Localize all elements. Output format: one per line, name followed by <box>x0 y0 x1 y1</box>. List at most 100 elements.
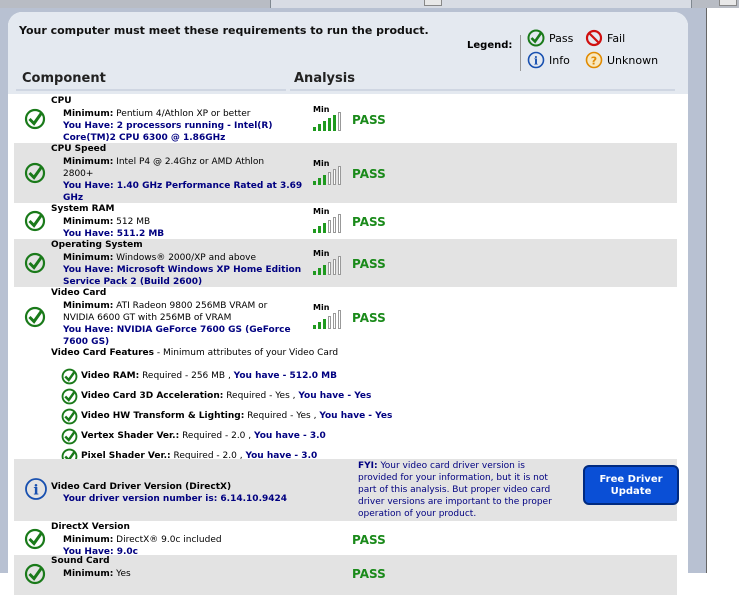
minimum-label: Minimum: <box>63 535 114 545</box>
meter-bar <box>323 265 326 275</box>
meter-bar <box>318 268 321 275</box>
minimum-label: Minimum: <box>63 301 114 311</box>
feature-name: Vertex Shader Ver.: <box>81 431 180 441</box>
button-label: Update <box>610 486 652 497</box>
meter-bar <box>313 325 316 329</box>
requirement-row-video-driver: i Video Card Driver Version (DirectX) Yo… <box>14 459 679 521</box>
pass-check-icon <box>24 108 46 130</box>
you-have-value: 2 processors running - Intel(R) <box>116 121 273 131</box>
meter-bar <box>333 169 336 185</box>
tab-scroll-button[interactable] <box>719 0 737 6</box>
meter: Min <box>313 159 351 185</box>
requirement-row-video-card: Video Card Minimum: ATI Radeon 9800 256M… <box>14 287 677 465</box>
pass-check-icon <box>24 162 46 184</box>
requirement-row-cpu-speed: CPU Speed Minimum: Intel P4 @ 2.4Ghz or … <box>14 143 677 203</box>
legend-pass-label: Pass <box>549 32 574 45</box>
free-driver-update-button[interactable]: Free Driver Update <box>583 465 679 505</box>
requirement-name: Sound Card <box>51 556 110 566</box>
frame-divider <box>706 8 707 573</box>
legend-divider <box>520 35 521 71</box>
feature-required: Required - 256 MB , <box>139 371 234 381</box>
requirement-detail: Minimum: 512 MB You Have: 511.2 MB <box>63 216 303 240</box>
pass-check-icon <box>24 528 46 550</box>
requirement-row-operating-system: Operating System Minimum: Windows® 2000/… <box>14 239 677 287</box>
requirements-panel: Your computer must meet these requiremen… <box>8 12 688 612</box>
legend-label: Legend: <box>467 40 513 51</box>
meter-bar <box>318 322 321 329</box>
feature-name: Video RAM: <box>81 371 140 381</box>
meter-bar <box>328 316 331 329</box>
driver-version-text: Your driver version number is: 6.14.10.9… <box>63 494 288 504</box>
requirement-detail: Minimum: Yes <box>63 568 303 580</box>
minimum-value-cont: 2800+ <box>63 169 94 179</box>
result-pass: PASS <box>352 167 386 181</box>
feature-you-have: You have - Yes <box>298 391 372 401</box>
meter-bar <box>333 115 336 131</box>
meter: Min <box>313 105 351 131</box>
result-pass: PASS <box>352 533 386 547</box>
video-feature-item: Vertex Shader Ver.: Required - 2.0 , You… <box>61 428 326 445</box>
meter: Min <box>313 303 351 329</box>
minimum-label: Minimum: <box>63 157 114 167</box>
column-header-component: Component <box>22 71 106 86</box>
video-feature-item: Video RAM: Required - 256 MB , You have … <box>61 368 337 385</box>
requirement-row-system-ram: System RAM Minimum: 512 MB You Have: 511… <box>14 203 677 239</box>
you-have-value: 511.2 MB <box>116 229 165 239</box>
result-pass: PASS <box>352 311 386 325</box>
minimum-value: 512 MB <box>116 217 151 227</box>
pass-check-icon <box>24 252 46 274</box>
you-have-label: You Have: <box>63 229 114 239</box>
svg-text:?: ? <box>591 55 597 68</box>
fyi-text: provided for your information, but it is… <box>358 473 548 483</box>
meter-bar <box>333 217 336 233</box>
requirement-name: CPU <box>51 96 72 106</box>
requirement-row-sound-card: Sound Card Minimum: Yes PASS <box>14 555 677 595</box>
you-have-label: You Have: <box>63 325 114 335</box>
feature-required: Required - Yes , <box>223 391 299 401</box>
window-tab-edge <box>270 0 692 8</box>
requirement-detail: Minimum: ATI Radeon 9800 256MB VRAM or N… <box>63 300 303 348</box>
requirement-detail: Minimum: Intel P4 @ 2.4Ghz or AMD Athlon… <box>63 156 303 204</box>
svg-text:i: i <box>534 55 538 68</box>
you-have-label: You Have: <box>63 265 114 275</box>
meter: Min <box>313 207 351 233</box>
meter-bar <box>338 166 341 185</box>
requirement-name: Video Card <box>51 288 107 298</box>
you-have-label: You Have: <box>63 181 114 191</box>
pass-check-icon <box>24 563 46 585</box>
requirement-row-directx: DirectX Version Minimum: DirectX® 9.0c i… <box>14 521 677 557</box>
requirement-name: Video Card Driver Version (DirectX) <box>51 482 232 492</box>
meter-bar <box>313 229 316 233</box>
meter-bar <box>328 118 331 131</box>
pass-check-icon <box>61 428 78 445</box>
fyi-text: part of this analysis. But proper video … <box>358 485 551 495</box>
you-have-label: You Have: <box>63 121 114 131</box>
meter-bar <box>313 181 316 185</box>
minimum-value: Windows® 2000/XP and above <box>116 253 256 263</box>
requirement-row-cpu: CPU Minimum: Pentium 4/Athlon XP or bett… <box>14 95 677 143</box>
result-pass: PASS <box>352 113 386 127</box>
requirement-detail: Minimum: Windows® 2000/XP and above You … <box>63 252 303 288</box>
video-feature-item: Video HW Transform & Lighting: Required … <box>61 408 392 425</box>
legend-unknown-label: Unknown <box>607 54 659 67</box>
minimum-label: Minimum: <box>63 253 114 263</box>
fyi-text: operation of your product. <box>358 509 477 519</box>
feature-you-have: You have - 512.0 MB <box>233 371 337 381</box>
meter-bar <box>333 259 336 275</box>
meter-bar <box>333 313 336 329</box>
features-subtitle: - Minimum attributes of your Video Card <box>154 348 339 358</box>
right-margin <box>706 8 739 573</box>
unknown-icon: ? <box>585 51 603 69</box>
meter-bar <box>318 178 321 185</box>
info-icon: i <box>527 51 545 69</box>
meter-min-label: Min <box>313 159 330 168</box>
meter-bar <box>328 262 331 275</box>
feature-required: Required - Yes , <box>244 411 320 421</box>
tab-scroll-button[interactable] <box>424 0 442 6</box>
meter-bar <box>313 127 316 131</box>
meter-bar <box>318 226 321 233</box>
you-have-value: 1.40 GHz Performance Rated at 3.69 <box>116 181 303 191</box>
pass-check-icon <box>527 29 545 47</box>
pass-check-icon <box>61 388 78 405</box>
requirement-name: DirectX Version <box>51 522 130 532</box>
